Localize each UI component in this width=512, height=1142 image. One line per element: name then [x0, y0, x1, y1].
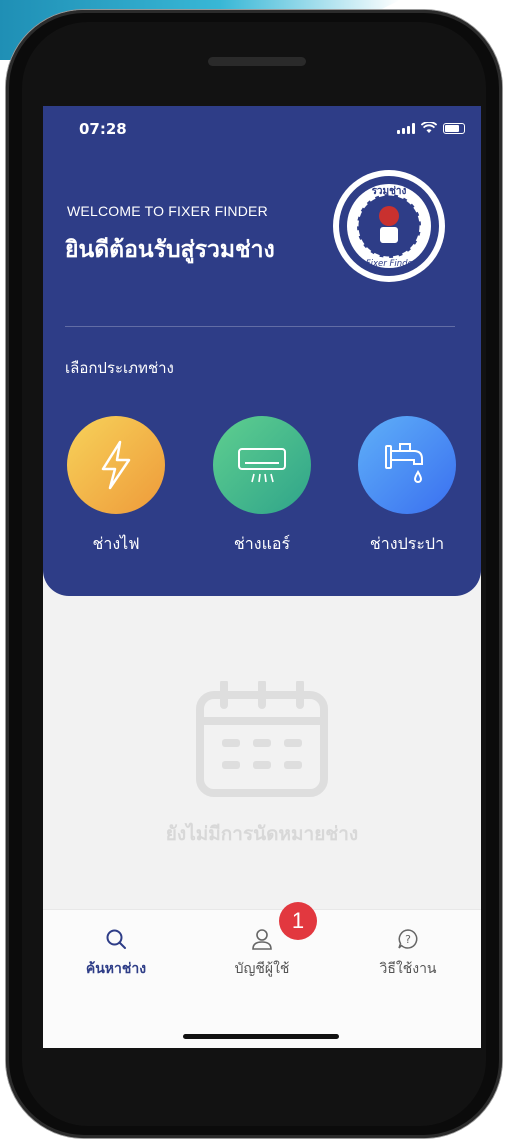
category-aircon-circle: [213, 416, 311, 514]
search-icon: [106, 929, 126, 949]
category-electrician-circle: [67, 416, 165, 514]
bottom-tab-bar: ค้นหาช่าง บัญชีผู้ใช้ ? วิธีใช้งาน 1: [43, 902, 481, 1048]
welcome-english: WELCOME TO FIXER FINDER: [67, 203, 268, 219]
battery-icon: [443, 122, 465, 134]
empty-state: ยังไม่มีการนัดหมายช่าง: [43, 679, 481, 849]
signal-icon: [397, 122, 415, 134]
home-indicator: [183, 1034, 339, 1039]
faucet-icon: [385, 443, 423, 483]
header-panel: 07:28 WELCOME TO FIXER FINDER ยินดีต้อนร…: [43, 106, 481, 596]
status-time: 07:28: [79, 120, 127, 138]
header-divider: [65, 326, 455, 327]
category-plumber-label: ช่างประปา: [369, 534, 445, 553]
category-aircon[interactable]: ช่างแอร์: [207, 416, 317, 557]
logo-bottom-text: Fixer Finder: [366, 259, 417, 269]
user-icon: [252, 929, 272, 950]
air-conditioner-icon: [238, 448, 286, 483]
category-section-label: เลือกประเภทช่าง: [65, 359, 174, 377]
tab-account-label: บัญชีผู้ใช้: [234, 961, 290, 977]
wifi-icon: [421, 122, 437, 133]
app-logo: รวมช่าง Fixer Finder: [333, 170, 445, 282]
phone-speaker: [208, 57, 306, 66]
lightning-icon: [101, 440, 131, 490]
category-electrician-label: ช่างไฟ: [92, 534, 140, 553]
tab-search-label: ค้นหาช่าง: [85, 961, 147, 977]
help-icon: ?: [398, 929, 418, 949]
app-screen: 07:28 WELCOME TO FIXER FINDER ยินดีต้อนร…: [43, 106, 481, 1048]
category-electrician[interactable]: ช่างไฟ: [61, 416, 171, 557]
category-plumber[interactable]: ช่างประปา: [352, 416, 462, 557]
notification-badge: 1: [279, 902, 317, 940]
tab-help[interactable]: ? วิธีใช้งาน: [335, 928, 481, 980]
welcome-thai: ยินดีต้อนรับสู่รวมช่าง: [65, 237, 275, 263]
category-aircon-label: ช่างแอร์: [233, 534, 291, 553]
tab-help-label: วิธีใช้งาน: [379, 961, 437, 977]
calendar-icon: [196, 679, 328, 797]
category-plumber-circle: [358, 416, 456, 514]
tab-account[interactable]: บัญชีผู้ใช้: [189, 928, 335, 980]
logo-top-text: รวมช่าง: [372, 185, 407, 197]
empty-state-text: ยังไม่มีการนัดหมายช่าง: [165, 823, 359, 845]
svg-text:?: ?: [405, 933, 411, 946]
status-icons: [397, 122, 465, 134]
tab-search[interactable]: ค้นหาช่าง: [43, 928, 189, 980]
